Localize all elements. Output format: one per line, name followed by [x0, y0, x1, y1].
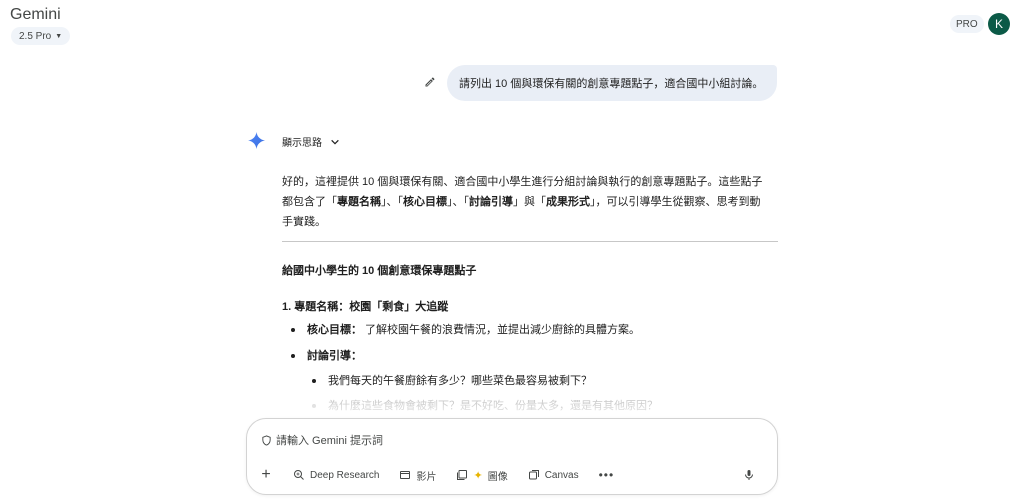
- video-button[interactable]: 影片: [399, 465, 436, 485]
- thinking-label: 顯示思路: [282, 138, 322, 149]
- intro-line: 手實踐。: [282, 216, 326, 228]
- pro-badge[interactable]: PRO: [950, 15, 984, 33]
- list-item: 核心目標： 了解校園午餐的浪費情況，並提出減少廚餘的具體方案。: [291, 322, 641, 338]
- microphone-icon: [745, 470, 753, 480]
- deep-research-label: Deep Research: [310, 469, 380, 481]
- caret-down-icon: ▼: [55, 32, 63, 40]
- intro-line: 好的，這裡提供 10 個與環保有關、適合國中小學生進行分組討論與執行的創意專題點…: [282, 176, 763, 188]
- gemini-spark-icon: [248, 132, 265, 149]
- intro-line: 都包含了「專題名稱」、「核心目標」、「討論引導」與「成果形式」，可以引導學生從觀…: [282, 196, 761, 208]
- chevron-down-icon: [331, 139, 339, 145]
- bullet-dot: [312, 404, 316, 408]
- question-text: 我們每天的午餐廚餘有多少？哪些菜色最容易被剩下？: [328, 375, 592, 387]
- bullet-dot: [291, 328, 295, 332]
- bullet-dot: [312, 379, 316, 383]
- canvas-icon: [528, 470, 539, 480]
- divider: [282, 241, 778, 242]
- response-intro: 好的，這裡提供 10 個與環保有關、適合國中小學生進行分組討論與執行的創意專題點…: [282, 172, 778, 232]
- user-message-bubble: 請列出 10 個與環保有關的創意專題點子，適合國中小組討論。: [447, 65, 777, 101]
- image-button[interactable]: ✦ 圖像: [456, 465, 508, 485]
- response-heading: 給國中小學生的 10 個創意環保專題點子: [282, 265, 477, 277]
- list-item: 我們每天的午餐廚餘有多少？哪些菜色最容易被剩下？: [312, 373, 592, 389]
- prompt-placeholder: 請輸入 Gemini 提示詞: [276, 435, 383, 447]
- banana-icon: ✦: [473, 469, 483, 482]
- canvas-button[interactable]: Canvas: [528, 465, 579, 485]
- more-icon: •••: [598, 468, 615, 482]
- edit-pencil-icon[interactable]: [424, 76, 436, 88]
- more-tools-button[interactable]: •••: [599, 465, 615, 485]
- prompt-input-box[interactable]: 請輸入 Gemini 提示詞 + Deep Research 影片 ✦ 圖像 C…: [246, 418, 778, 495]
- app-title: Gemini: [10, 6, 61, 23]
- add-button[interactable]: +: [257, 465, 275, 485]
- video-icon: [400, 471, 411, 479]
- deep-research-icon: [294, 470, 304, 480]
- model-selector[interactable]: 2.5 Pro ▼: [11, 27, 71, 45]
- goal-label: 核心目標：: [307, 324, 362, 336]
- discussion-label: 討論引導：: [307, 350, 362, 362]
- list-item: 討論引導：: [291, 348, 362, 364]
- goal-text: 了解校園午餐的浪費情況，並提出減少廚餘的具體方案。: [362, 324, 641, 336]
- plus-icon: +: [261, 466, 271, 483]
- show-thinking-toggle[interactable]: 顯示思路: [282, 134, 340, 149]
- bullet-dot: [291, 354, 295, 358]
- term-core-goal: 核心目標: [403, 196, 447, 208]
- microphone-button[interactable]: [743, 465, 755, 485]
- shield-icon: [262, 434, 271, 446]
- video-label: 影片: [416, 471, 437, 483]
- input-toolbar: + Deep Research 影片 ✦ 圖像 Canvas •••: [257, 465, 765, 485]
- question-text: 為什麼這些食物會被剩下？是不好吃、份量太多，還是有其他原因？: [328, 400, 658, 412]
- deep-research-button[interactable]: Deep Research: [293, 465, 379, 485]
- project-title: 1. 專題名稱：校園「剩食」大追蹤: [282, 301, 449, 313]
- term-outcome-form: 成果形式: [546, 196, 590, 208]
- prompt-input[interactable]: 請輸入 Gemini 提示詞: [261, 432, 383, 448]
- term-topic-name: 專題名稱: [337, 196, 381, 208]
- canvas-label: Canvas: [544, 469, 579, 481]
- list-item: 為什麼這些食物會被剩下？是不好吃、份量太多，還是有其他原因？: [312, 398, 658, 414]
- image-icon: [457, 470, 468, 480]
- model-label: 2.5 Pro: [19, 30, 52, 42]
- image-label: 圖像: [487, 471, 508, 483]
- term-discussion-guide: 討論引導: [469, 196, 513, 208]
- avatar[interactable]: K: [988, 13, 1010, 35]
- user-message-text: 請列出 10 個與環保有關的創意專題點子，適合國中小組討論。: [459, 78, 764, 90]
